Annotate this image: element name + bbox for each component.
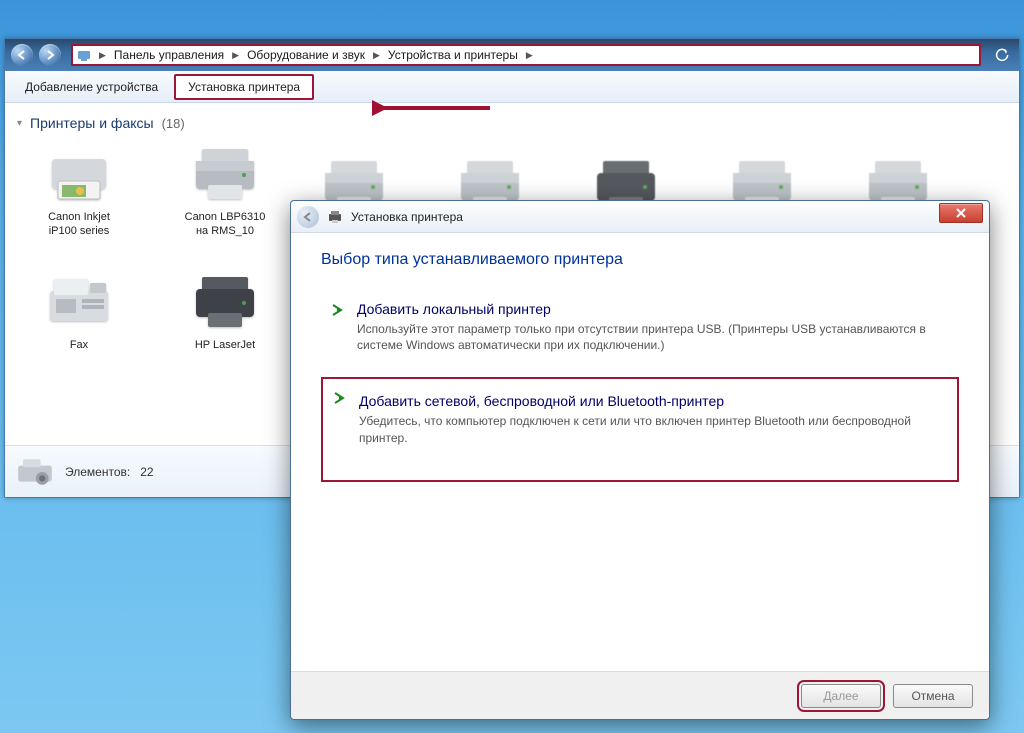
breadcrumb-item[interactable]: Панель управления bbox=[114, 48, 224, 62]
devices-icon bbox=[77, 48, 91, 62]
printer-label: iP100 series bbox=[49, 225, 110, 237]
chevron-right-icon: ▶ bbox=[99, 50, 106, 61]
option-desc: Убедитесь, что компьютер подключен к сет… bbox=[359, 413, 947, 445]
fax-icon bbox=[44, 273, 114, 333]
section-count: (18) bbox=[162, 116, 185, 131]
add-printer-wizard: Установка принтера Выбор типа устанавлив… bbox=[290, 200, 990, 720]
chevron-right-icon: ▶ bbox=[373, 50, 380, 61]
option-network-printer[interactable]: Добавить сетевой, беспроводной или Bluet… bbox=[321, 377, 959, 481]
section-label: Принтеры и факсы bbox=[30, 115, 154, 131]
refresh-icon bbox=[995, 48, 1009, 62]
printer-icon bbox=[190, 273, 260, 333]
cancel-button[interactable]: Отмена bbox=[893, 684, 973, 708]
add-device-button[interactable]: Добавление устройства bbox=[13, 76, 170, 98]
close-button[interactable] bbox=[939, 203, 983, 223]
printer-grid: Canon Inkjet iP100 series Canon LBP6310 … bbox=[15, 141, 305, 389]
refresh-button[interactable] bbox=[991, 44, 1013, 66]
option-desc: Используйте этот параметр только при отс… bbox=[357, 321, 949, 353]
chevron-right-icon: ▶ bbox=[232, 50, 239, 61]
chevron-right-icon: ▶ bbox=[526, 50, 533, 61]
arrow-left-icon bbox=[303, 212, 313, 222]
status-thumb-icon bbox=[15, 454, 55, 490]
nav-back-button[interactable] bbox=[11, 44, 33, 66]
option-title: Добавить локальный принтер bbox=[357, 301, 949, 317]
collapse-icon: ▾ bbox=[17, 118, 22, 129]
address-bar[interactable]: ▶ Панель управления ▶ Оборудование и зву… bbox=[71, 44, 981, 66]
status-label: Элементов: bbox=[65, 465, 130, 479]
wizard-body: Выбор типа устанавливаемого принтера Доб… bbox=[291, 233, 989, 671]
nav-forward-button[interactable] bbox=[39, 44, 61, 66]
close-icon bbox=[956, 208, 966, 218]
option-local-printer[interactable]: Добавить локальный принтер Используйте э… bbox=[321, 291, 959, 367]
window-header: ▶ Панель управления ▶ Оборудование и зву… bbox=[5, 39, 1019, 71]
wizard-heading: Выбор типа устанавливаемого принтера bbox=[321, 251, 959, 269]
add-printer-button[interactable]: Установка принтера bbox=[174, 74, 314, 100]
arrow-right-icon bbox=[333, 391, 349, 407]
printer-label: Canon Inkjet bbox=[48, 211, 110, 223]
printer-item[interactable]: HP LaserJet bbox=[161, 269, 289, 389]
breadcrumb-item[interactable]: Устройства и принтеры bbox=[388, 48, 518, 62]
printer-label: на RMS_10 bbox=[196, 225, 254, 237]
toolbar: Добавление устройства Установка принтера bbox=[5, 71, 1019, 103]
printer-label: HP LaserJet bbox=[195, 339, 255, 351]
wizard-titlebar: Установка принтера bbox=[291, 201, 989, 233]
wizard-back-button[interactable] bbox=[297, 206, 319, 228]
printer-item[interactable]: Fax bbox=[15, 269, 143, 389]
printer-label: Canon LBP6310 bbox=[185, 211, 266, 223]
printer-icon bbox=[190, 145, 260, 205]
arrow-right-icon bbox=[45, 50, 55, 60]
wizard-footer: Далее Отмена bbox=[291, 671, 989, 719]
arrow-right-icon bbox=[331, 303, 347, 319]
next-button[interactable]: Далее bbox=[801, 684, 881, 708]
section-header[interactable]: ▾ Принтеры и факсы (18) bbox=[17, 115, 1009, 131]
printer-icon bbox=[44, 145, 114, 205]
arrow-left-icon bbox=[17, 50, 27, 60]
breadcrumb-item[interactable]: Оборудование и звук bbox=[247, 48, 365, 62]
option-title: Добавить сетевой, беспроводной или Bluet… bbox=[359, 393, 947, 409]
printer-item[interactable]: Canon Inkjet iP100 series bbox=[15, 141, 143, 261]
printer-label: Fax bbox=[70, 339, 88, 351]
printer-small-icon bbox=[327, 209, 343, 225]
printer-item[interactable]: Canon LBP6310 на RMS_10 bbox=[161, 141, 289, 261]
wizard-title: Установка принтера bbox=[351, 210, 463, 224]
status-count: 22 bbox=[140, 465, 153, 479]
